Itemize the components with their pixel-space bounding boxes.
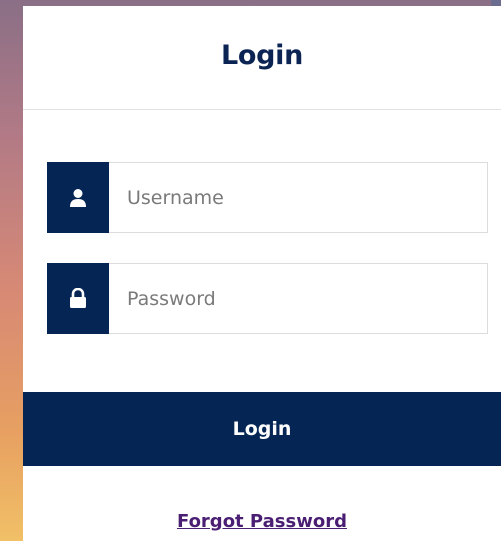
user-icon <box>47 162 109 233</box>
login-card-header: Login <box>23 6 501 110</box>
password-field <box>47 263 488 334</box>
login-card: Login Login Forgot Password <box>23 6 501 541</box>
forgot-password-link[interactable]: Forgot Password <box>177 511 347 532</box>
page-title: Login <box>220 40 304 71</box>
username-field <box>47 162 488 233</box>
login-button[interactable]: Login <box>23 392 501 466</box>
forgot-password-container: Forgot Password <box>23 511 501 532</box>
lock-icon <box>47 263 109 334</box>
password-input[interactable] <box>109 264 487 333</box>
username-input[interactable] <box>109 163 487 232</box>
